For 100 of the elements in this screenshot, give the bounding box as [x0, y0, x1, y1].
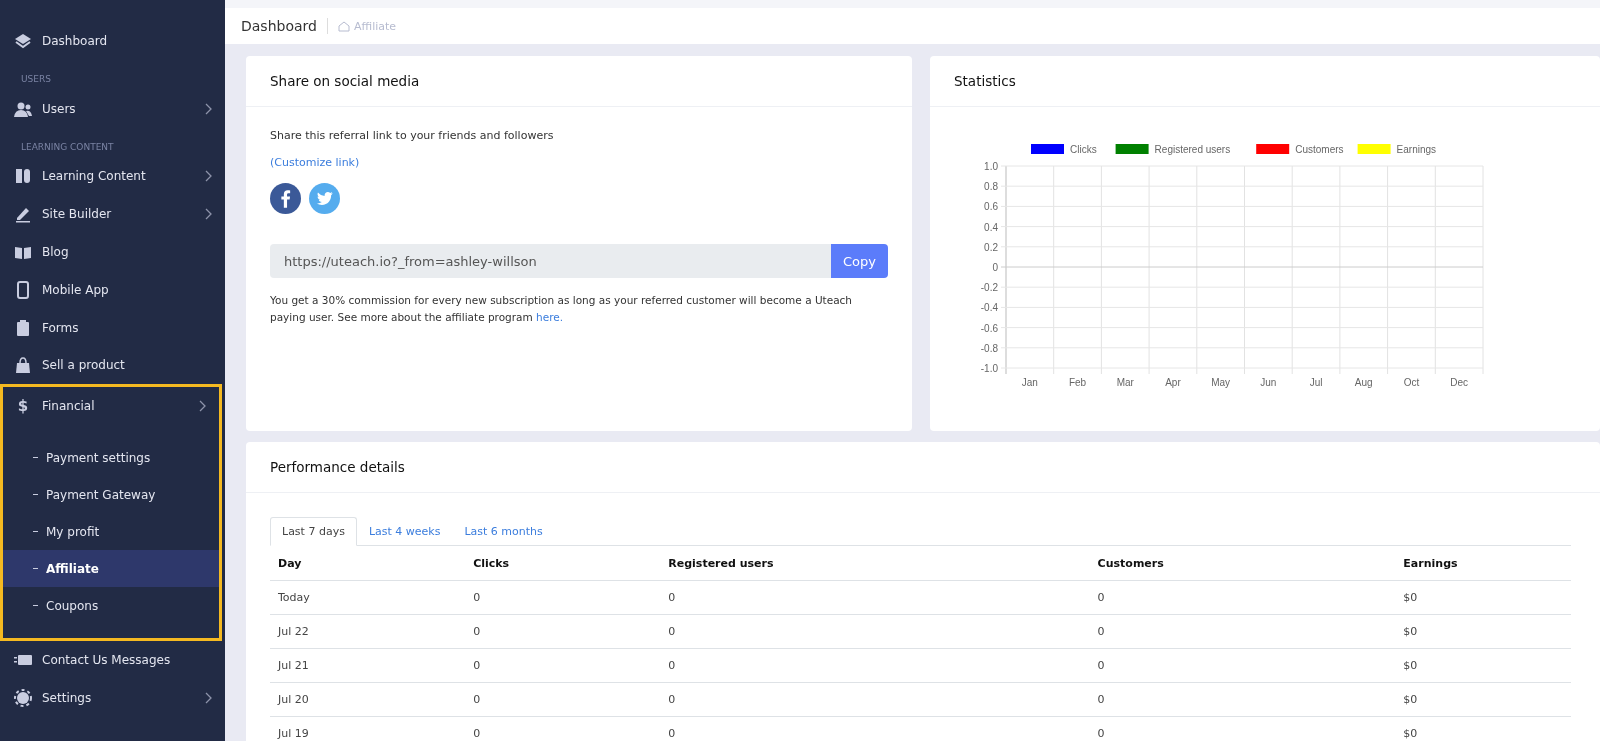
- x-tick-label: Jun: [1260, 377, 1277, 388]
- x-tick-label: Jul: [1309, 377, 1323, 388]
- x-tick-label: Mar: [1116, 377, 1134, 388]
- column-header: Day: [270, 546, 466, 581]
- column-header: Clicks: [465, 546, 661, 581]
- legend-label: Earnings: [1396, 144, 1437, 155]
- dash-icon: [33, 605, 38, 607]
- table-cell: $0: [1395, 682, 1571, 717]
- table-cell: 0: [1089, 682, 1396, 717]
- legend-item: Customers: [1256, 144, 1344, 155]
- column-header: Registered users: [660, 546, 1090, 581]
- copy-button[interactable]: Copy: [831, 244, 888, 278]
- sidebar-item[interactable]: Learning Content: [0, 157, 225, 196]
- legend-label: Clicks: [1070, 144, 1097, 155]
- clipboard-icon: [14, 318, 32, 337]
- table-cell: Jul 22: [270, 614, 466, 649]
- submenu-item[interactable]: Coupons: [3, 587, 219, 625]
- sidebar-item[interactable]: Sell a product: [0, 346, 225, 385]
- y-tick-label: -0.2: [980, 282, 998, 294]
- submenu-item[interactable]: Payment settings: [3, 439, 219, 477]
- table-cell: 0: [1089, 716, 1396, 741]
- sidebar-item[interactable]: Site Builder: [0, 195, 225, 234]
- y-tick-label: -0.8: [980, 342, 998, 354]
- table-cell: 0: [660, 682, 1090, 717]
- card-title: Share on social media: [246, 56, 912, 107]
- book-icon: [14, 167, 32, 186]
- x-tick-label: Aug: [1354, 377, 1373, 388]
- y-tick-label: -0.6: [980, 322, 998, 334]
- sidebar-item[interactable]: Users: [0, 89, 225, 128]
- table-cell: 0: [1089, 614, 1396, 649]
- sidebar-item[interactable]: $ Financial: [3, 387, 219, 426]
- sidebar-item[interactable]: Dashboard: [0, 22, 225, 60]
- legend-item: Clicks: [1031, 144, 1097, 155]
- table-cell: $0: [1395, 614, 1571, 649]
- y-tick-label: 0.2: [984, 241, 998, 253]
- dollar-icon: $: [14, 397, 32, 416]
- table-cell: 0: [660, 580, 1090, 615]
- table-cell: $0: [1395, 580, 1571, 615]
- card-title: Statistics: [930, 56, 1600, 107]
- table-cell: Jul 19: [270, 716, 466, 741]
- submenu-item[interactable]: Affiliate: [3, 550, 219, 588]
- dash-icon: [33, 531, 38, 533]
- y-tick-label: 0.8: [984, 181, 998, 193]
- dash-icon: [33, 457, 38, 459]
- x-tick-label: Dec: [1450, 377, 1469, 388]
- facebook-icon[interactable]: [270, 183, 301, 214]
- dash-icon: [33, 494, 38, 496]
- y-tick-label: 1.0: [984, 161, 998, 172]
- bag-icon: [14, 356, 32, 375]
- legend-label: Registered users: [1154, 144, 1231, 155]
- sidebar-item[interactable]: Blog: [0, 233, 225, 271]
- y-tick-label: -1.0: [980, 363, 998, 374]
- section-label: LEARNING CONTENT: [20, 140, 115, 154]
- legend-item: Registered users: [1115, 144, 1231, 155]
- x-tick-label: Oct: [1403, 377, 1420, 388]
- layers-icon: [14, 31, 32, 50]
- table-cell: Today: [270, 580, 466, 615]
- x-tick-label: May: [1211, 377, 1231, 388]
- submenu-item[interactable]: Payment Gateway: [3, 476, 219, 514]
- table-cell: 0: [1089, 648, 1396, 683]
- section-label: USERS: [20, 72, 52, 86]
- table-cell: $0: [1395, 648, 1571, 683]
- affiliate-program-link[interactable]: here.: [536, 311, 564, 323]
- card-title: Performance details: [246, 442, 1600, 493]
- referral-link-field[interactable]: https://uteach.io?_from=ashley-willson: [270, 244, 831, 278]
- period-tab[interactable]: Last 7 days: [270, 517, 357, 546]
- submenu-item[interactable]: My profit: [3, 513, 219, 551]
- y-tick-label: -0.4: [980, 302, 998, 314]
- x-tick-label: Jan: [1021, 377, 1038, 388]
- y-tick-label: 0.6: [984, 201, 998, 213]
- table-cell: $0: [1395, 716, 1571, 741]
- commission-note: You get a 30% commission for every new subscription as long as your referred customer will become a Uteach paying user. See more about the affiliate program here.: [270, 293, 854, 325]
- sidebar-item[interactable]: Settings: [0, 678, 225, 717]
- sidebar-item[interactable]: Forms: [0, 308, 225, 347]
- period-tab[interactable]: Last 6 months: [452, 517, 555, 546]
- pencil-icon: [14, 205, 32, 224]
- x-tick-label: Feb: [1068, 377, 1087, 388]
- dash-icon: [33, 568, 38, 570]
- column-header: Customers: [1089, 546, 1396, 581]
- table-cell: 0: [465, 648, 661, 683]
- table-cell: 0: [660, 648, 1090, 683]
- sidebar-item[interactable]: Contact Us Messages: [0, 641, 225, 679]
- customize-link[interactable]: (Customize link): [270, 156, 360, 169]
- table-cell: Jul 21: [270, 648, 466, 683]
- table-cell: 0: [465, 580, 661, 615]
- y-tick-label: 0: [992, 262, 998, 273]
- sidebar-item[interactable]: Mobile App: [0, 271, 225, 309]
- page-title: Dashboard: [241, 18, 328, 34]
- x-tick-label: Apr: [1165, 377, 1181, 388]
- period-tab[interactable]: Last 4 weeks: [356, 517, 453, 546]
- settings-icon: [14, 688, 32, 707]
- table-cell: 0: [465, 716, 661, 741]
- column-header: Earnings: [1395, 546, 1571, 581]
- legend-item: Earnings: [1357, 144, 1437, 155]
- table-cell: 0: [465, 614, 661, 649]
- table-cell: 0: [660, 716, 1090, 741]
- phone-icon: [14, 280, 32, 299]
- table-cell: 0: [465, 682, 661, 717]
- table-cell: 0: [660, 614, 1090, 649]
- home-icon: [337, 20, 350, 32]
